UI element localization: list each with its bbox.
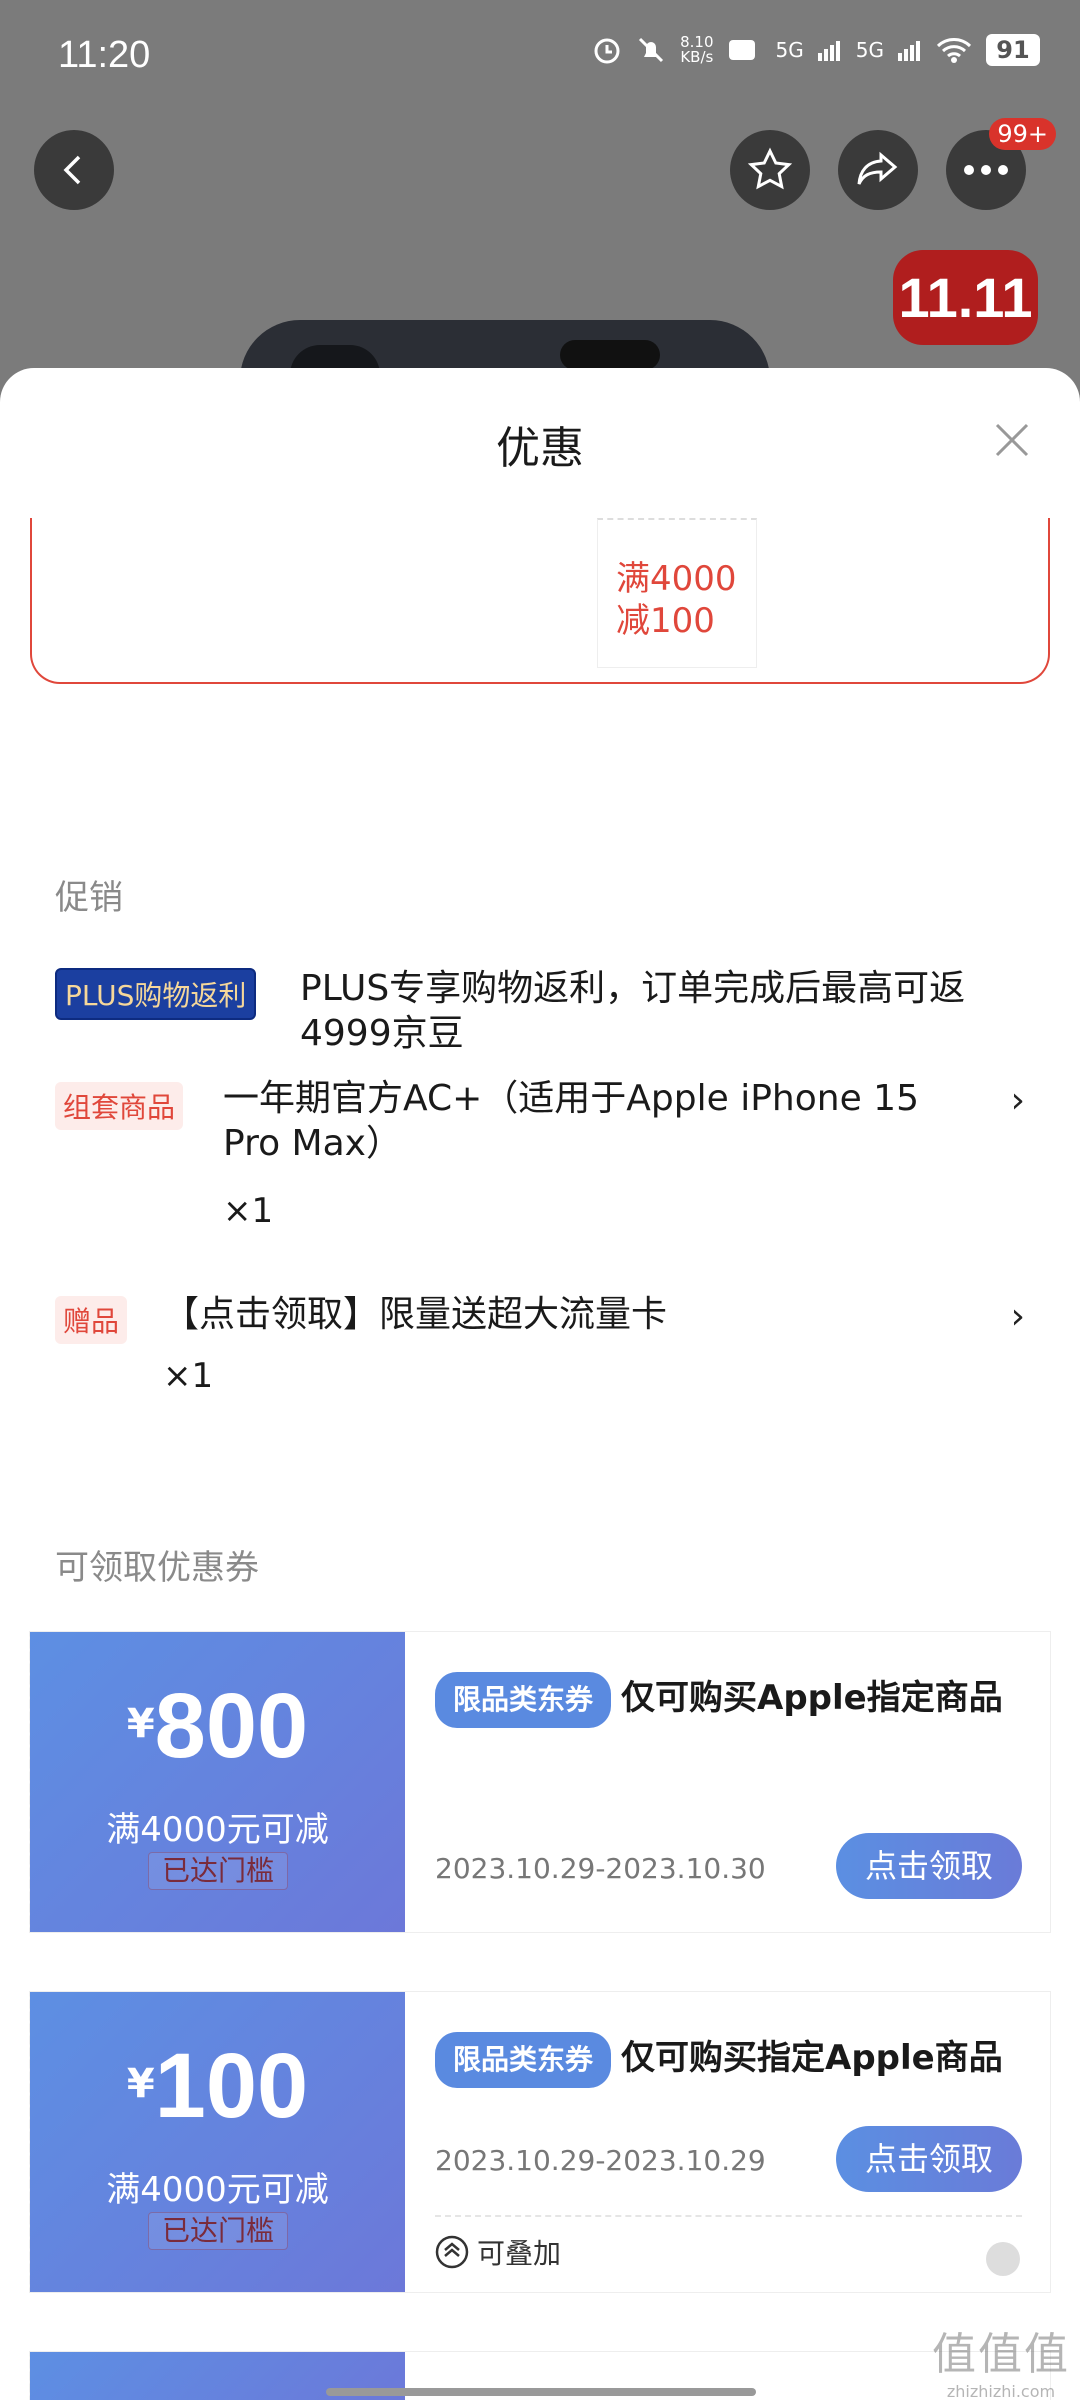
star-icon bbox=[747, 147, 793, 190]
coupon-status: 已达门槛 bbox=[148, 2212, 288, 2250]
coupons-label: 可领取优惠券 bbox=[55, 1548, 259, 1588]
promotion-bundle[interactable]: 组套商品 一年期官方AC+（适用于Apple iPhone 15 Pro Max… bbox=[55, 1076, 1025, 1236]
coupon-title: 仅可购买Apple指定商品 bbox=[621, 1678, 1003, 1718]
more-button[interactable]: 99+ bbox=[946, 118, 1056, 210]
watermark-text: 值值值 bbox=[932, 2329, 1070, 2380]
alarm-icon bbox=[592, 35, 622, 65]
stackable-label: 可叠加 bbox=[477, 2237, 562, 2270]
chevron-right-icon: › bbox=[1010, 1296, 1025, 1337]
coupon-value: 100 bbox=[154, 2035, 309, 2137]
bundle-qty: ×1 bbox=[223, 1191, 274, 1231]
signal-bars-2-icon bbox=[898, 39, 922, 61]
more-dots-icon bbox=[964, 165, 1008, 175]
product-page-background: 11:20 8.10 KB/s 5G 5G 91 99+ 11.11 bbox=[0, 0, 1080, 460]
status-icons: 8.10 KB/s 5G 5G 91 bbox=[592, 34, 1040, 66]
gift-text: 【点击领取】限量送超大流量卡 bbox=[163, 1294, 668, 1335]
coupon-date: 2023.10.29-2023.10.30 bbox=[435, 1852, 766, 1885]
net-speed-unit: KB/s bbox=[680, 48, 714, 66]
bundle-tag: 组套商品 bbox=[55, 1082, 184, 1130]
coupon-title: 仅可购买指定Apple商品 bbox=[621, 2038, 1003, 2078]
signal-bars-icon bbox=[817, 39, 842, 61]
notification-badge: 99+ bbox=[989, 118, 1056, 150]
watermark: 值值值 zhizhizhi.com bbox=[932, 2318, 1070, 2400]
claim-coupon-button[interactable]: 点击领取 bbox=[836, 1833, 1022, 1899]
mute-bell-icon bbox=[636, 35, 666, 65]
status-time: 11:20 bbox=[58, 34, 151, 76]
gift-tag: 赠品 bbox=[55, 1296, 128, 1344]
promotion-gift[interactable]: 赠品 【点击领取】限量送超大流量卡 ×1 › bbox=[55, 1292, 1025, 1402]
gift-qty: ×1 bbox=[163, 1356, 214, 1396]
coupon-card: ¥100 满4000元可减 已达门槛 限品类东券 仅可购买指定Apple商品 20… bbox=[26, 1992, 1050, 2292]
battery-indicator: 91 bbox=[986, 34, 1040, 66]
previous-ticket: 满4000 减100 bbox=[597, 518, 757, 668]
previous-ticket-text: 满4000 减100 bbox=[616, 559, 737, 641]
coupon-condition: 满4000元可减 bbox=[106, 2170, 329, 2210]
coupon-amount: ¥100 bbox=[30, 2034, 405, 2139]
coupon-card: ¥800 满4000元可减 已达门槛 限品类东券 仅可购买Apple指定商品 20… bbox=[26, 1632, 1050, 1932]
coupon-currency: ¥ bbox=[126, 2061, 155, 2107]
favorite-button[interactable] bbox=[730, 130, 810, 210]
network-speed: 8.10 KB/s bbox=[680, 35, 713, 65]
coupon-divider bbox=[435, 2215, 1022, 2217]
plus-rebate-tag: PLUS购物返利 bbox=[55, 968, 257, 1020]
coupon-condition: 满4000元可减 bbox=[106, 1810, 329, 1850]
product-notch bbox=[560, 340, 660, 370]
double-11-logo: 11.11 bbox=[893, 250, 1038, 345]
coupon-status: 已达门槛 bbox=[148, 1852, 288, 1890]
signal-1-label: 5G bbox=[775, 38, 804, 62]
previous-coupon-card: 满4000 减100 bbox=[30, 518, 1050, 684]
coupon-date: 2023.10.29-2023.10.29 bbox=[435, 2144, 766, 2177]
coupon-type-tag: 限品类东券 bbox=[435, 2032, 612, 2088]
stackable-info: 可叠加 bbox=[435, 2232, 561, 2272]
sheet-title: 优惠 bbox=[496, 423, 584, 474]
coupon-amount: ¥800 bbox=[30, 1674, 405, 1779]
stack-icon bbox=[435, 2235, 469, 2269]
wifi-icon bbox=[936, 36, 972, 64]
expand-chevron-icon[interactable] bbox=[986, 2242, 1020, 2276]
home-indicator[interactable] bbox=[326, 2388, 756, 2396]
chevron-right-icon: › bbox=[1010, 1080, 1025, 1121]
claim-coupon-button[interactable]: 点击领取 bbox=[836, 2126, 1022, 2192]
plus-rebate-text: PLUS专享购物返利，订单完成后最高可返4999京豆 bbox=[300, 968, 966, 1054]
bundle-text: 一年期官方AC+（适用于Apple iPhone 15 Pro Max） bbox=[223, 1078, 919, 1164]
coupon-value: 800 bbox=[154, 1675, 309, 1777]
status-bar: 11:20 8.10 KB/s 5G 5G 91 bbox=[0, 0, 1080, 115]
coupon-title-block: 限品类东券 仅可购买指定Apple商品 bbox=[435, 2032, 1025, 2088]
back-arrow-icon bbox=[63, 155, 81, 185]
back-button[interactable] bbox=[34, 130, 114, 210]
coupon-info: 限品类东券 仅可购买指定Apple商品 bbox=[435, 2032, 1025, 2088]
coupon-currency: ¥ bbox=[126, 1701, 155, 1747]
signal-2-label: 5G bbox=[855, 38, 884, 62]
coupon-value-panel: ¥100 满4000元可减 已达门槛 bbox=[26, 1992, 405, 2292]
discount-sheet: 优惠 满4000 减100 促销 PLUS购物返利 PLUS专享购物返利，订单完… bbox=[0, 368, 1080, 2400]
hd-icon bbox=[728, 36, 762, 64]
coupon-title-block: 限品类东券 仅可购买Apple指定商品 bbox=[435, 1672, 1025, 1728]
coupon-value-panel: ¥800 满4000元可减 已达门槛 bbox=[26, 1632, 405, 1932]
share-icon bbox=[857, 151, 898, 185]
coupon-type-tag: 限品类东券 bbox=[435, 1672, 612, 1728]
promotions-label: 促销 bbox=[55, 878, 123, 918]
watermark-site: zhizhizhi.com bbox=[946, 2382, 1056, 2400]
coupon-info: 限品类东券 仅可购买Apple指定商品 bbox=[435, 1672, 1025, 1728]
share-button[interactable] bbox=[838, 130, 918, 210]
close-icon[interactable] bbox=[992, 420, 1032, 460]
